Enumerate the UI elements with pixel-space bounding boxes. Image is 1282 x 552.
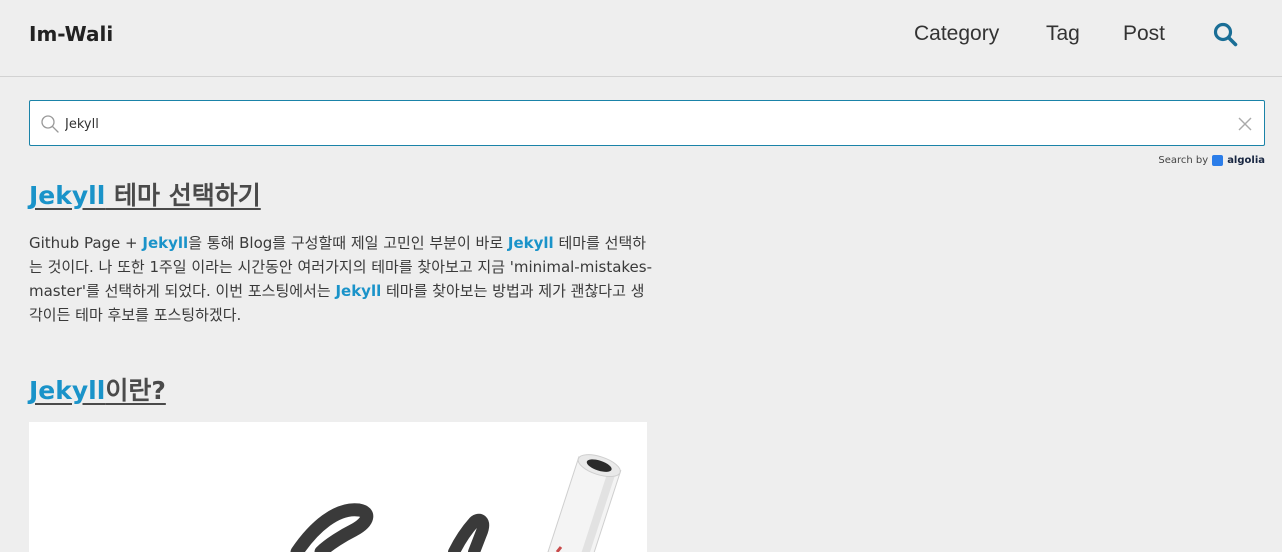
algolia-logo-icon [1212, 155, 1224, 166]
search-attribution[interactable]: Search by algolia [1158, 155, 1265, 166]
excerpt-text: 을 통해 Blog를 구성할때 제일 고민인 부분이 바로 [188, 234, 508, 252]
title-highlight: Jekyll [29, 181, 106, 210]
search-input[interactable] [65, 111, 1215, 137]
excerpt-highlight: Jekyll [142, 234, 189, 252]
search-icon[interactable] [1213, 22, 1239, 48]
powered-by-label: Search by [1158, 155, 1209, 166]
site-header: Im-Wali Category Tag Post [0, 0, 1282, 77]
title-text: 이란? [105, 376, 166, 405]
jekyll-logo-image [29, 422, 647, 552]
close-icon[interactable] [1238, 116, 1252, 131]
nav-tag[interactable]: Tag [1046, 22, 1080, 46]
excerpt-text: Github Page + [29, 234, 143, 252]
result-title[interactable]: Jekyll이란? [29, 371, 166, 407]
result-title[interactable]: Jekyll 테마 선택하기 [29, 176, 261, 212]
excerpt-highlight: Jekyll [507, 234, 554, 252]
nav-category[interactable]: Category [914, 22, 999, 46]
title-text: 테마 선택하기 [105, 181, 261, 210]
title-highlight: Jekyll [29, 376, 106, 405]
magnifier-icon [40, 114, 60, 134]
excerpt-highlight: Jekyll [335, 282, 382, 300]
site-brand[interactable]: Im-Wali [29, 22, 113, 46]
search-box [29, 100, 1265, 146]
nav-post[interactable]: Post [1123, 22, 1165, 46]
algolia-name: algolia [1227, 155, 1265, 166]
result-excerpt: Github Page + Jekyll을 통해 Blog를 구성할때 제일 고… [29, 231, 654, 327]
